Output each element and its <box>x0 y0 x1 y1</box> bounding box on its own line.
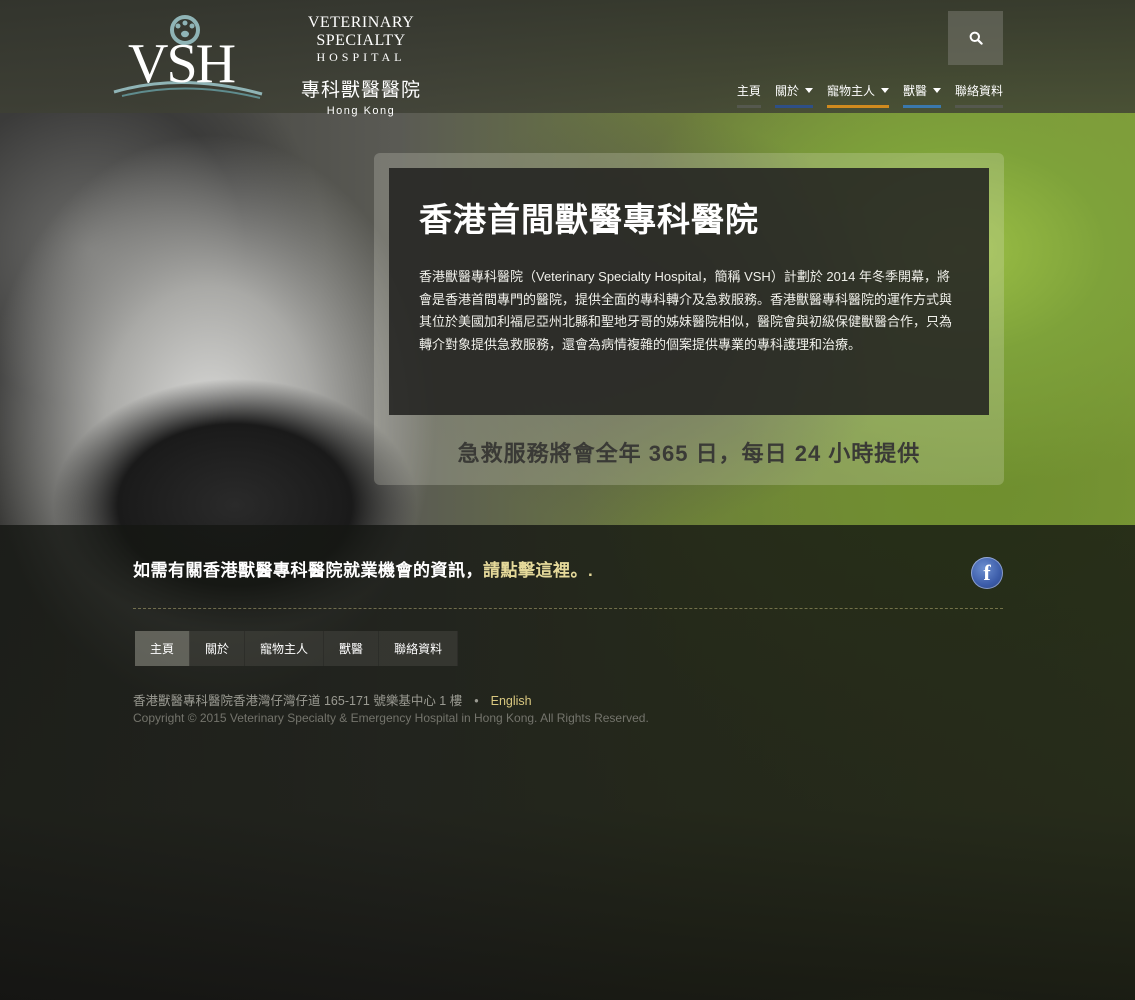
nav-underline <box>736 105 761 108</box>
nav-label: 聯絡資料 <box>954 84 1003 98</box>
nav-label: 獸醫 <box>902 84 927 98</box>
footer-nav-pet-owners[interactable]: 寵物主人 <box>245 631 325 666</box>
nav-underline <box>826 105 889 108</box>
footer-address-line: 香港獸醫專科醫院香港灣仔灣仔道 165-171 號樂基中心 1 樓 • Englis… <box>133 690 532 709</box>
chevron-down-icon <box>932 88 941 93</box>
hero-tagline: 急救服務將會全年 365 日，每日 24 小時提供 <box>457 441 921 466</box>
nav-underline <box>902 105 941 108</box>
nav-underline <box>774 105 813 108</box>
footer-nav-home[interactable]: 主頁 <box>135 631 191 666</box>
footer-nav-veterinarians[interactable]: 獸醫 <box>324 631 380 666</box>
footer-divider <box>133 608 1003 609</box>
logo-subtitle-en: HOSPITAL <box>316 50 406 64</box>
nav-underline <box>954 105 1003 108</box>
footer-nav-contact[interactable]: 聯絡資料 <box>379 631 459 666</box>
copyright: Copyright © 2015 Veterinary Specialty & … <box>133 711 649 725</box>
facebook-icon[interactable]: f <box>971 557 1003 589</box>
site-logo[interactable]: VSH VETERINARY SPECIALTY HOSPITAL 專科獸醫醫院… <box>112 8 452 117</box>
main-nav: 主頁 關於 寵物主人 獸醫 聯絡資料 <box>723 82 1003 108</box>
hero-title: 香港首間獸醫專科醫院 <box>419 201 759 238</box>
separator: • <box>474 694 479 708</box>
footer-nav-about[interactable]: 關於 <box>190 631 246 666</box>
hero-body: 香港獸醫專科醫院（Veterinary Specialty Hospital，簡… <box>419 269 953 352</box>
nav-item-home[interactable]: 主頁 <box>736 82 761 108</box>
career-text: 如需有關香港獸醫專科醫院就業機會的資訊， <box>133 561 483 580</box>
career-notice: 如需有關香港獸醫專科醫院就業機會的資訊，請點擊這裡。. <box>133 556 593 581</box>
vsh-logo-mark: VSH <box>112 8 267 108</box>
nav-label: 主頁 <box>736 84 761 98</box>
nav-item-contact[interactable]: 聯絡資料 <box>954 82 1003 108</box>
nav-item-veterinarians[interactable]: 獸醫 <box>902 82 941 108</box>
nav-item-about[interactable]: 關於 <box>774 82 813 108</box>
logo-title-en: VETERINARY SPECIALTY <box>307 14 415 49</box>
language-link-english[interactable]: English <box>491 694 532 708</box>
search-icon <box>969 31 983 45</box>
nav-item-pet-owners[interactable]: 寵物主人 <box>826 82 889 108</box>
logo-wordmark: VETERINARY SPECIALTY HOSPITAL 專科獸醫醫院 Hon… <box>270 14 452 117</box>
hero-content: 香港首間獸醫專科醫院 香港獸醫專科醫院（Veterinary Specialty… <box>389 168 989 415</box>
nav-label: 關於 <box>774 84 799 98</box>
logo-title-zh: 專科獸醫醫院 <box>300 80 421 101</box>
career-link[interactable]: 請點擊這裡 <box>483 561 571 580</box>
background-overlay <box>0 525 1135 1000</box>
footer-nav: 主頁 關於 寵物主人 獸醫 聯絡資料 <box>135 631 459 666</box>
chevron-down-icon <box>804 88 813 93</box>
search-button[interactable] <box>948 11 1003 65</box>
logo-location: Hong Kong <box>326 105 396 117</box>
chevron-down-icon <box>880 88 889 93</box>
logo-vsh-text: VSH <box>128 33 236 95</box>
address-text: 香港獸醫專科醫院香港灣仔灣仔道 165-171 號樂基中心 1 樓 <box>133 694 463 708</box>
career-end: 。. <box>570 561 594 580</box>
nav-label: 寵物主人 <box>826 84 875 98</box>
site-header: VSH VETERINARY SPECIALTY HOSPITAL 專科獸醫醫院… <box>0 0 1135 117</box>
